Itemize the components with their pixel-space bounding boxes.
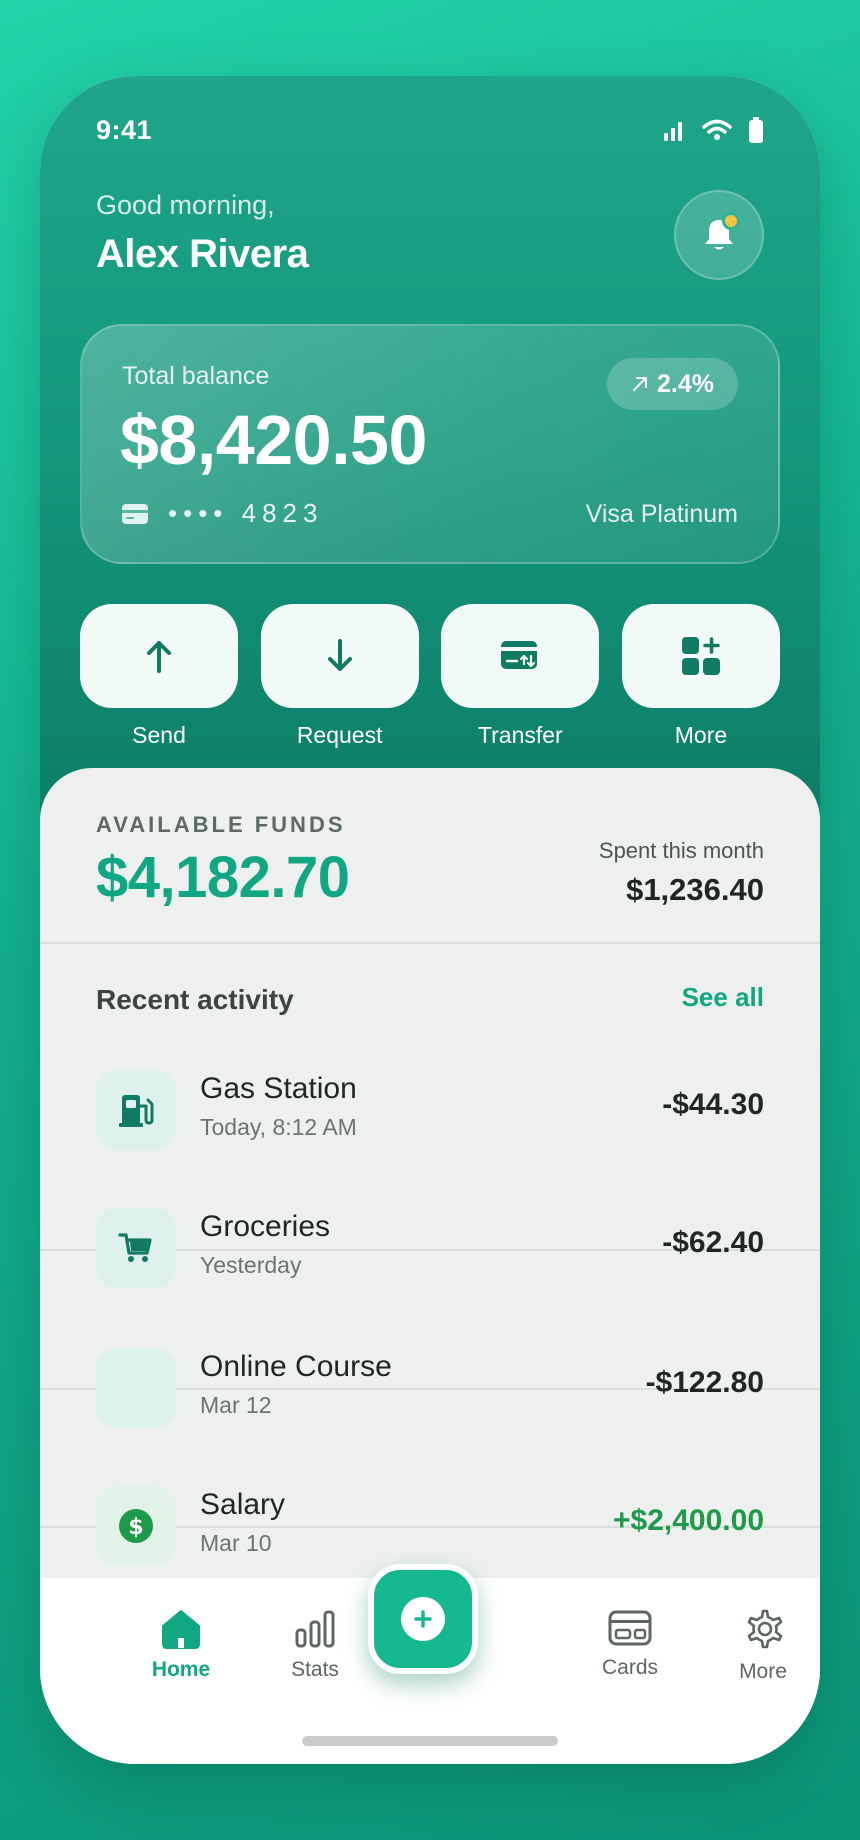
transaction-date: Mar 10 — [200, 1530, 272, 1556]
transaction-amount: -$44.30 — [662, 1088, 764, 1121]
tab-home[interactable]: Home — [126, 1608, 236, 1682]
tab-home-label: Home — [151, 1658, 211, 1681]
tab-cards[interactable]: Cards — [575, 1608, 685, 1680]
transfer-button[interactable] — [441, 604, 600, 708]
home-icon — [162, 1610, 200, 1649]
balance-amount: $8,420.50 — [120, 401, 427, 479]
recent-activity-title: Recent activity — [96, 984, 294, 1015]
cart-icon — [118, 1233, 152, 1262]
plus-icon — [401, 1597, 445, 1641]
available-funds-amount: $4,182.70 — [96, 845, 350, 910]
send-action[interactable]: Send — [80, 604, 238, 749]
hero-header: 9:41 Good morning, Alex Rivera Total bal… — [40, 76, 820, 816]
send-button[interactable] — [80, 604, 238, 708]
available-funds-label: AVAILABLE FUNDS — [96, 812, 346, 837]
notification-dot — [722, 212, 740, 230]
spent-this-month-amount: $1,236.40 — [626, 872, 764, 907]
card-icon — [122, 503, 148, 524]
greeting: Good morning, — [96, 190, 275, 220]
tab-more-label: More — [739, 1660, 787, 1683]
quick-actions: Send Request Transfer More — [80, 604, 780, 749]
course-icon — [96, 1348, 176, 1428]
bottom-tab-bar: Home Stats Cards More — [40, 1564, 820, 1764]
battery-icon — [749, 117, 763, 143]
more-button[interactable] — [621, 604, 780, 708]
transfer-action[interactable]: Transfer — [441, 604, 600, 749]
tab-stats-label: Stats — [291, 1658, 339, 1681]
transaction-amount: +$2,400.00 — [613, 1504, 764, 1537]
more-action[interactable]: More — [621, 604, 780, 749]
wifi-icon — [702, 119, 732, 140]
transfer-label: Transfer — [477, 722, 563, 748]
transaction-row[interactable]: Groceries Yesterday -$62.40 — [40, 1182, 820, 1320]
gear-icon — [747, 1609, 783, 1649]
transaction-icon-box: $ — [96, 1486, 176, 1566]
see-all-link[interactable]: See all — [682, 982, 764, 1013]
transaction-date: Today, 8:12 AM — [200, 1114, 357, 1140]
trend-value: 2.4% — [657, 369, 714, 398]
tab-more[interactable]: More — [708, 1608, 818, 1684]
phone-screen: 9:41 Good morning, Alex Rivera Total bal… — [40, 76, 820, 1764]
transaction-name: Online Course — [200, 1350, 392, 1383]
add-button[interactable] — [368, 1564, 478, 1674]
fuel-icon — [119, 1095, 154, 1127]
signal-icon — [664, 122, 682, 141]
transaction-name: Gas Station — [200, 1072, 357, 1105]
svg-text:$: $ — [128, 1515, 143, 1540]
spent-this-month-label: Spent this month — [598, 838, 764, 863]
balance-label: Total balance — [122, 362, 270, 390]
tab-cards-label: Cards — [601, 1656, 659, 1679]
transaction-date: Yesterday — [200, 1252, 302, 1278]
status-time: 9:41 — [96, 114, 153, 145]
grid-plus-icon — [681, 637, 720, 675]
bar-chart-icon — [295, 1610, 335, 1648]
send-label: Send — [132, 722, 186, 748]
request-button[interactable] — [260, 604, 419, 708]
card-type: Visa Platinum — [585, 500, 738, 528]
transaction-name: Groceries — [200, 1210, 331, 1243]
transaction-icon-box — [96, 1208, 176, 1288]
card-info: •••• 4823 — [122, 498, 323, 529]
request-action[interactable]: Request — [260, 604, 419, 749]
transaction-row[interactable]: Gas Station Today, 8:12 AM -$44.30 — [40, 1044, 820, 1182]
request-label: Request — [296, 722, 383, 748]
transaction-amount: -$122.80 — [645, 1366, 764, 1399]
arrow-up-icon — [147, 641, 171, 673]
transaction-amount: -$62.40 — [662, 1226, 764, 1259]
card-icon — [608, 1610, 652, 1646]
dollar-icon: $ — [119, 1509, 153, 1543]
more-label: More — [674, 722, 728, 748]
card-transfer-icon — [501, 641, 538, 669]
arrow-down-icon — [327, 639, 352, 671]
notifications-button[interactable] — [674, 190, 764, 280]
trend-up-icon — [633, 377, 648, 391]
home-indicator[interactable] — [302, 1736, 558, 1746]
transaction-name: Salary — [200, 1488, 286, 1521]
transaction-row[interactable]: Online Course Mar 12 -$122.80 — [40, 1322, 820, 1460]
trend-badge: 2.4% — [607, 358, 738, 410]
transaction-date: Mar 12 — [200, 1392, 272, 1418]
transaction-icon-box — [96, 1070, 176, 1150]
card-number: •••• 4823 — [168, 498, 324, 528]
status-icons — [662, 117, 764, 143]
tab-stats[interactable]: Stats — [260, 1608, 370, 1682]
user-name: Alex Rivera — [96, 232, 309, 276]
divider — [40, 942, 820, 944]
balance-card[interactable]: Total balance $8,420.50 2.4% •••• 4823 V… — [80, 324, 780, 564]
status-bar: 9:41 — [96, 110, 764, 150]
